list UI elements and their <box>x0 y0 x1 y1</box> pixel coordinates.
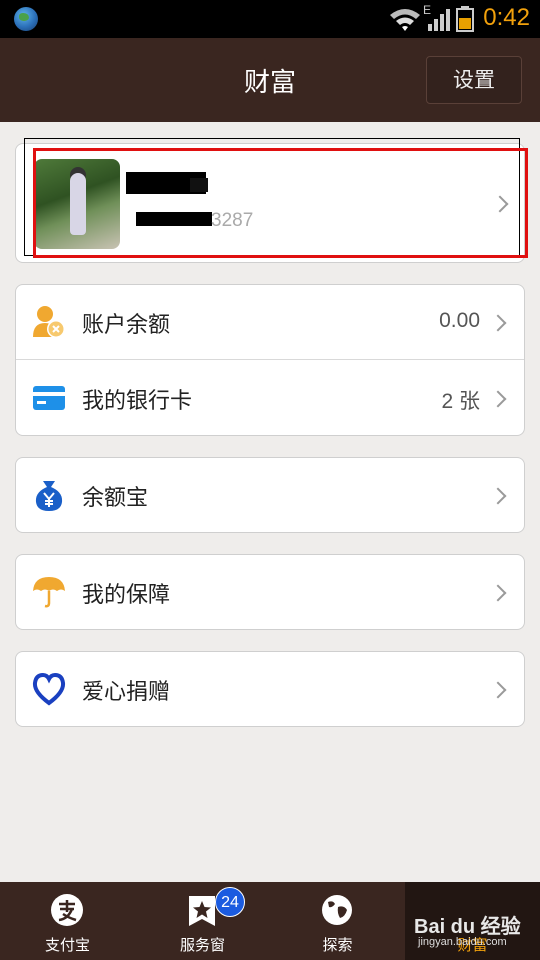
insurance-label: 我的保障 <box>82 583 171 608</box>
user-coin-icon <box>33 306 65 338</box>
chevron-right-icon <box>489 584 507 602</box>
yuebao-card[interactable]: 余额宝 <box>15 457 525 533</box>
notification-badge: 24 <box>215 887 245 917</box>
account-balance-label: 账户余额 <box>82 313 171 338</box>
yuebao-row[interactable]: 余额宝 <box>16 458 524 532</box>
cell-signal-icon <box>428 9 450 31</box>
star-window-icon <box>189 896 215 926</box>
donation-row[interactable]: 爱心捐赠 <box>16 652 524 726</box>
umbrella-icon <box>33 577 65 608</box>
watermark-brand: Bai du 经验 <box>414 916 521 938</box>
yuebao-label: 余额宝 <box>82 486 149 511</box>
donation-card[interactable]: 爱心捐赠 <box>15 651 525 727</box>
bank-card-icon <box>33 386 65 410</box>
insurance-card[interactable]: 我的保障 <box>15 554 525 630</box>
tab-alipay[interactable]: 支付宝 <box>0 882 135 960</box>
settings-button[interactable]: 设置 <box>426 56 522 104</box>
chevron-right-icon <box>489 390 507 408</box>
clock: 0:42 <box>483 4 530 31</box>
tab-explore[interactable]: 探索 <box>270 882 405 960</box>
insurance-row[interactable]: 我的保障 <box>16 555 524 629</box>
account-card: 账户余额 0.00 我的银行卡 2 张 <box>15 284 525 436</box>
bank-card-count: 2 张 <box>441 390 480 413</box>
tab-alipay-label: 支付宝 <box>44 936 90 954</box>
bank-card-label: 我的银行卡 <box>82 389 193 414</box>
heart-icon <box>32 672 66 706</box>
status-bar: E 0:42 <box>0 0 540 38</box>
tab-service-window-label: 服务窗 <box>179 936 225 954</box>
watermark-url: jingyan.baidu.com <box>418 936 507 948</box>
app-header: 财富 设置 <box>0 38 540 122</box>
alipay-icon <box>51 894 83 926</box>
chevron-right-icon <box>489 681 507 699</box>
bank-card-row[interactable]: 我的银行卡 2 张 <box>16 361 524 435</box>
donation-label: 爱心捐赠 <box>82 680 171 705</box>
tab-service-window[interactable]: 服务窗 <box>135 882 270 960</box>
account-balance-row[interactable]: 账户余额 0.00 <box>16 285 524 359</box>
tab-explore-label: 探索 <box>322 936 353 954</box>
battery-icon <box>456 6 474 32</box>
money-bag-icon <box>35 481 63 511</box>
globe-icon <box>322 895 352 925</box>
wifi-icon <box>390 9 420 31</box>
chevron-right-icon <box>489 314 507 332</box>
chevron-right-icon <box>489 487 507 505</box>
account-balance-value: 0.00 <box>439 309 480 332</box>
annotation-highlight-box <box>33 148 528 258</box>
app-notification-icon <box>14 7 38 31</box>
divider <box>16 359 524 360</box>
baidu-watermark: Bai du 经验 jingyan.baidu.com <box>410 890 535 950</box>
